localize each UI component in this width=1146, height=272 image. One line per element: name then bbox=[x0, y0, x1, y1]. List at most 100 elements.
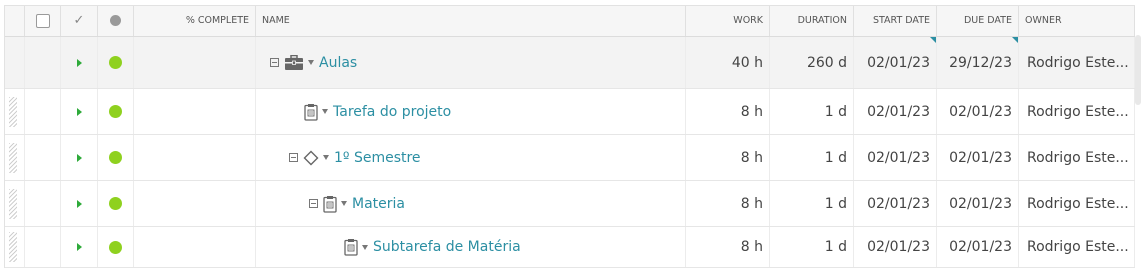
percent-complete-cell[interactable] bbox=[134, 37, 256, 88]
drag-cell[interactable] bbox=[5, 227, 25, 267]
header-owner[interactable]: OWNER bbox=[1019, 6, 1135, 36]
owner-cell[interactable]: Rodrigo Este... bbox=[1019, 135, 1135, 180]
name-cell[interactable]: 1º Semestre bbox=[256, 135, 686, 180]
name-cell[interactable]: Materia bbox=[256, 181, 686, 226]
collapse-minus-icon[interactable] bbox=[289, 153, 298, 162]
play-arrow-icon[interactable] bbox=[76, 153, 82, 162]
select-all-checkbox[interactable] bbox=[35, 14, 50, 28]
row-name[interactable]: Materia bbox=[352, 196, 405, 212]
select-cell[interactable] bbox=[25, 135, 61, 180]
task-grid: ✓ % COMPLETE NAME WORK DURATION START DA… bbox=[4, 5, 1135, 268]
table-row[interactable]: Subtarefa de Matéria 8 h 1 d 02/01/23 02… bbox=[5, 227, 1135, 268]
play-arrow-icon[interactable] bbox=[76, 58, 82, 67]
name-cell[interactable]: Tarefa do projeto bbox=[256, 89, 686, 134]
due-date-cell[interactable]: 02/01/23 bbox=[937, 227, 1019, 267]
due-date-cell[interactable]: 02/01/23 bbox=[937, 135, 1019, 180]
percent-complete-cell[interactable] bbox=[134, 135, 256, 180]
table-row[interactable]: Tarefa do projeto 8 h 1 d 02/01/23 02/01… bbox=[5, 89, 1135, 135]
dropdown-caret-icon[interactable] bbox=[362, 244, 368, 250]
header-due-date[interactable]: DUE DATE bbox=[937, 6, 1019, 36]
dropdown-caret-icon[interactable] bbox=[322, 109, 328, 114]
expand-cell[interactable] bbox=[61, 135, 98, 180]
dropdown-caret-icon[interactable] bbox=[308, 60, 314, 65]
clipboard-icon bbox=[304, 103, 318, 121]
header-start-date[interactable]: START DATE bbox=[854, 6, 937, 36]
header-work[interactable]: WORK bbox=[686, 6, 770, 36]
percent-complete-cell[interactable] bbox=[134, 181, 256, 226]
table-row[interactable]: Materia 8 h 1 d 02/01/23 02/01/23 Rodrig… bbox=[5, 181, 1135, 227]
dropdown-caret-icon[interactable] bbox=[323, 155, 329, 160]
expand-cell[interactable] bbox=[61, 37, 98, 88]
due-date-cell[interactable]: 29/12/23 bbox=[937, 37, 1019, 88]
name-cell[interactable]: Subtarefa de Matéria bbox=[256, 227, 686, 267]
start-date-cell[interactable]: 02/01/23 bbox=[854, 89, 937, 134]
status-dot-icon bbox=[110, 15, 121, 26]
table-row[interactable]: 1º Semestre 8 h 1 d 02/01/23 02/01/23 Ro… bbox=[5, 135, 1135, 181]
duration-cell[interactable]: 1 d bbox=[770, 181, 854, 226]
owner-cell[interactable]: Rodrigo Este... bbox=[1019, 227, 1135, 267]
work-cell[interactable]: 8 h bbox=[686, 227, 770, 267]
start-date-value: 02/01/23 bbox=[867, 54, 930, 71]
row-name[interactable]: Subtarefa de Matéria bbox=[373, 239, 521, 255]
due-date-value: 29/12/23 bbox=[949, 54, 1012, 71]
owner-cell[interactable]: Rodrigo Este... bbox=[1019, 181, 1135, 226]
select-cell[interactable] bbox=[25, 89, 61, 134]
drag-handle-icon[interactable] bbox=[9, 232, 17, 262]
status-cell bbox=[98, 37, 134, 88]
dropdown-caret-icon[interactable] bbox=[341, 201, 347, 206]
drag-cell[interactable] bbox=[5, 181, 25, 226]
start-date-cell[interactable]: 02/01/23 bbox=[854, 181, 937, 226]
status-cell bbox=[98, 181, 134, 226]
note-corner-marker bbox=[930, 37, 936, 43]
clipboard-icon bbox=[323, 195, 337, 213]
header-select[interactable] bbox=[25, 6, 61, 36]
collapse-minus-icon[interactable] bbox=[270, 58, 279, 67]
select-cell[interactable] bbox=[25, 181, 61, 226]
drag-handle-icon[interactable] bbox=[9, 96, 17, 127]
start-date-cell[interactable]: 02/01/23 bbox=[854, 135, 937, 180]
select-cell[interactable] bbox=[25, 37, 61, 88]
header-done[interactable]: ✓ bbox=[61, 6, 98, 36]
vertical-scrollbar[interactable] bbox=[1135, 35, 1141, 105]
expand-cell[interactable] bbox=[61, 227, 98, 267]
header-duration[interactable]: DURATION bbox=[770, 6, 854, 36]
start-date-cell[interactable]: 02/01/23 bbox=[854, 227, 937, 267]
expand-cell[interactable] bbox=[61, 181, 98, 226]
due-date-cell[interactable]: 02/01/23 bbox=[937, 89, 1019, 134]
drag-cell[interactable] bbox=[5, 89, 25, 134]
work-cell[interactable]: 8 h bbox=[686, 89, 770, 134]
table-row[interactable]: Aulas 40 h 260 d 02/01/23 29/12/23 Rodri… bbox=[5, 37, 1135, 89]
drag-handle-icon[interactable] bbox=[9, 188, 17, 219]
expand-cell[interactable] bbox=[61, 89, 98, 134]
duration-cell[interactable]: 1 d bbox=[770, 135, 854, 180]
name-cell[interactable]: Aulas bbox=[256, 37, 686, 88]
play-arrow-icon[interactable] bbox=[76, 199, 82, 208]
owner-cell[interactable]: Rodrigo Este... bbox=[1019, 89, 1135, 134]
row-name[interactable]: Aulas bbox=[319, 55, 357, 71]
work-cell[interactable]: 8 h bbox=[686, 135, 770, 180]
work-cell[interactable]: 8 h bbox=[686, 181, 770, 226]
due-date-cell[interactable]: 02/01/23 bbox=[937, 181, 1019, 226]
grid-header: ✓ % COMPLETE NAME WORK DURATION START DA… bbox=[5, 6, 1135, 37]
duration-cell[interactable]: 1 d bbox=[770, 89, 854, 134]
duration-cell[interactable]: 1 d bbox=[770, 227, 854, 267]
header-percent-complete[interactable]: % COMPLETE bbox=[134, 6, 256, 36]
start-date-cell[interactable]: 02/01/23 bbox=[854, 37, 937, 88]
drag-cell[interactable] bbox=[5, 135, 25, 180]
drag-handle-icon[interactable] bbox=[9, 142, 17, 173]
percent-complete-cell[interactable] bbox=[134, 89, 256, 134]
select-cell[interactable] bbox=[25, 227, 61, 267]
play-arrow-icon[interactable] bbox=[76, 243, 82, 251]
owner-cell[interactable]: Rodrigo Este... bbox=[1019, 37, 1135, 88]
row-name[interactable]: 1º Semestre bbox=[334, 150, 421, 166]
header-status[interactable] bbox=[98, 6, 134, 36]
status-dot-icon bbox=[109, 105, 122, 118]
duration-cell[interactable]: 260 d bbox=[770, 37, 854, 88]
header-name[interactable]: NAME bbox=[256, 6, 686, 36]
work-cell[interactable]: 40 h bbox=[686, 37, 770, 88]
play-arrow-icon[interactable] bbox=[76, 107, 82, 116]
collapse-minus-icon[interactable] bbox=[309, 199, 318, 208]
briefcase-icon bbox=[285, 54, 303, 70]
percent-complete-cell[interactable] bbox=[134, 227, 256, 267]
row-name[interactable]: Tarefa do projeto bbox=[333, 104, 451, 120]
